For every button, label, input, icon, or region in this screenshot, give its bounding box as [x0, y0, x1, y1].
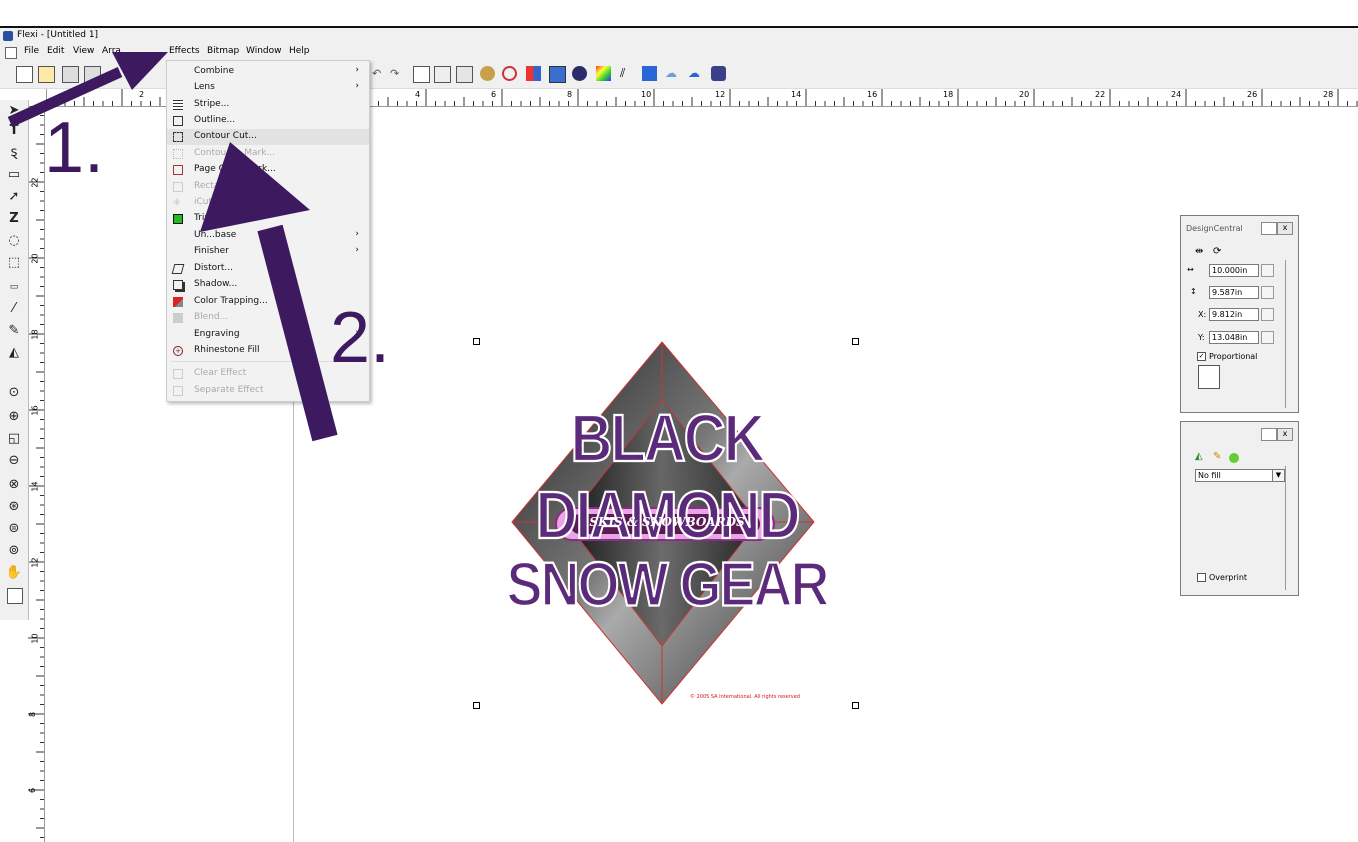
arrow-2-shaft — [257, 224, 338, 442]
step-2-label: 2. — [330, 298, 391, 378]
arrow-2-head — [200, 142, 310, 232]
step-1-label: 1. — [44, 108, 105, 188]
arrow-1-head — [112, 52, 168, 90]
annotation-arrows — [7, 52, 338, 442]
